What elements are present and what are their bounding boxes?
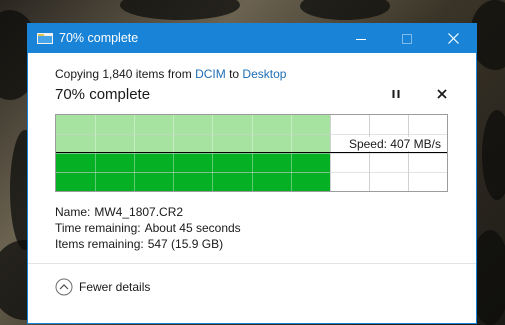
speed-graph: Speed: 407 MB/s (55, 114, 448, 192)
title-bar[interactable]: 70% complete (28, 24, 476, 53)
maximize-icon (402, 33, 412, 44)
minimize-icon (356, 38, 366, 40)
minimize-button[interactable] (338, 24, 384, 53)
progress-headline: 70% complete (55, 86, 151, 103)
detail-time-label: Time remaining: (55, 221, 141, 235)
pause-icon (392, 90, 400, 98)
speed-graph-canvas (56, 115, 447, 191)
destination-folder-link[interactable]: Desktop (242, 67, 286, 81)
pause-button[interactable] (388, 86, 404, 102)
close-button[interactable] (430, 24, 476, 53)
copy-summary: Copying 1,840 items from DCIM to Desktop (55, 67, 286, 81)
maximize-button (384, 24, 430, 53)
chevron-up-circle-icon (55, 278, 73, 296)
cancel-button[interactable] (434, 86, 450, 102)
footer-divider (28, 263, 476, 264)
source-folder-link[interactable]: DCIM (195, 67, 226, 81)
fewer-details-label: Fewer details (79, 280, 151, 294)
progress-fill-lower (56, 152, 330, 191)
speed-line (56, 152, 447, 153)
copy-middle: to (225, 67, 243, 81)
detail-time-value: About 45 seconds (144, 221, 241, 235)
detail-items-label: Items remaining: (55, 237, 144, 251)
copy-prefix: Copying 1,840 items from (55, 67, 196, 81)
window-title: 70% complete (59, 31, 139, 45)
close-icon (447, 33, 459, 44)
file-copy-dialog: 70% complete Copying 1,840 items from DC… (27, 23, 477, 324)
progress-fill-upper (56, 115, 330, 152)
detail-time-remaining: Time remaining: About 45 seconds (55, 221, 241, 235)
detail-items-value: 547 (15.9 GB) (147, 237, 224, 251)
detail-name: Name: MW4_1807.CR2 (55, 205, 183, 219)
cancel-icon (437, 89, 447, 99)
speed-label: Speed: 407 MB/s (346, 137, 443, 151)
detail-name-value: MW4_1807.CR2 (94, 205, 184, 219)
detail-items-remaining: Items remaining: 547 (15.9 GB) (55, 237, 223, 251)
detail-name-label: Name: (55, 205, 91, 219)
fewer-details-toggle[interactable]: Fewer details (55, 277, 150, 297)
folder-copy-icon (37, 33, 53, 44)
